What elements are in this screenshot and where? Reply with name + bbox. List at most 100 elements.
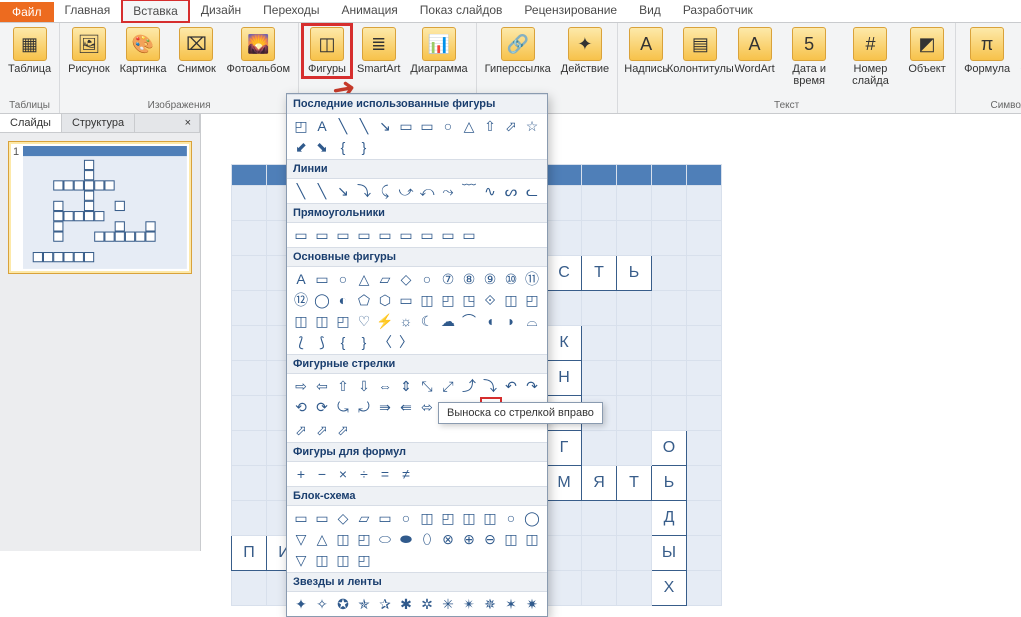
shape-item[interactable]: ⇔ <box>375 376 395 396</box>
shape-item[interactable]: ⑫ <box>291 290 311 310</box>
shape-item[interactable]: ▭ <box>312 508 332 528</box>
crossword-cell[interactable]: О <box>652 431 687 466</box>
shape-item[interactable]: ⟆ <box>312 332 332 352</box>
shape-item[interactable]: 〉 <box>396 332 416 352</box>
crossword-cell[interactable]: Д <box>652 501 687 536</box>
shape-item[interactable]: ▱ <box>375 269 395 289</box>
shape-item[interactable]: ○ <box>333 269 353 289</box>
shape-item[interactable]: ↘ <box>375 116 395 136</box>
shape-item[interactable]: ▭ <box>438 225 458 245</box>
shape-item[interactable]: } <box>354 332 374 352</box>
tab-вид[interactable]: Вид <box>628 0 672 23</box>
shape-item[interactable]: ⇕ <box>396 376 416 396</box>
shape-item[interactable]: ♡ <box>354 311 374 331</box>
shape-item[interactable]: ◫ <box>417 290 437 310</box>
shape-item[interactable]: ⬋ <box>291 137 311 157</box>
shape-item[interactable]: = <box>375 464 395 484</box>
picture-button[interactable]: 🖼Рисунок <box>64 25 114 77</box>
shape-item[interactable]: ◯ <box>312 290 332 310</box>
shape-item[interactable]: + <box>291 464 311 484</box>
shape-item[interactable]: ▭ <box>375 225 395 245</box>
shape-item[interactable]: ⬀ <box>333 420 353 440</box>
crossword-cell[interactable]: Г <box>547 431 582 466</box>
shape-item[interactable]: ⤵ <box>354 181 374 201</box>
tab-дизайн[interactable]: Дизайн <box>190 0 252 23</box>
shape-item[interactable]: ⇚ <box>396 397 416 417</box>
shape-item[interactable]: ⟳ <box>312 397 332 417</box>
tab-outline[interactable]: Структура <box>62 114 135 132</box>
shape-item[interactable]: ⬊ <box>312 137 332 157</box>
shape-item[interactable]: ╲ <box>333 116 353 136</box>
shape-item[interactable]: ✷ <box>522 594 542 614</box>
shape-item[interactable]: ↘ <box>333 181 353 201</box>
shape-item[interactable]: ◫ <box>312 311 332 331</box>
tab-рецензирование[interactable]: Рецензирование <box>513 0 628 23</box>
shape-item[interactable]: ⊕ <box>459 529 479 549</box>
equation-button[interactable]: πФормула <box>960 25 1014 77</box>
crossword-cell[interactable]: Н <box>547 361 582 396</box>
shape-item[interactable]: ◇ <box>396 269 416 289</box>
shape-item[interactable]: ⤢ <box>438 376 458 396</box>
close-icon[interactable]: × <box>177 114 200 132</box>
action-button[interactable]: ✦Действие <box>557 25 613 77</box>
shape-item[interactable]: A <box>291 269 311 289</box>
shape-item[interactable]: ▭ <box>354 225 374 245</box>
shape-item[interactable]: ⬀ <box>291 420 311 440</box>
shape-item[interactable]: ⬠ <box>354 290 374 310</box>
shape-item[interactable]: ≠ <box>396 464 416 484</box>
clipart-button[interactable]: 🎨Картинка <box>116 25 171 77</box>
shape-item[interactable]: ◫ <box>417 508 437 528</box>
shape-item[interactable]: ╲ <box>312 181 332 201</box>
shape-item[interactable]: ▭ <box>459 225 479 245</box>
shape-item[interactable]: ◫ <box>291 311 311 331</box>
shape-item[interactable]: ✴ <box>459 594 479 614</box>
symbol-button[interactable]: ΩСимвол <box>1016 25 1021 77</box>
shape-item[interactable]: ▽ <box>291 550 311 570</box>
shape-item[interactable]: ✧ <box>312 594 332 614</box>
shape-item[interactable]: ▭ <box>375 508 395 528</box>
shape-item[interactable]: ⑧ <box>459 269 479 289</box>
shape-item[interactable]: ◰ <box>438 290 458 310</box>
shape-item[interactable]: ◖ <box>480 311 500 331</box>
shape-item[interactable]: ◰ <box>354 550 374 570</box>
datetime-button[interactable]: 5Дата и время <box>781 25 838 89</box>
shape-item[interactable]: ◫ <box>333 529 353 549</box>
shape-item[interactable]: ⇧ <box>333 376 353 396</box>
tab-показ слайдов[interactable]: Показ слайдов <box>409 0 514 23</box>
tab-переходы[interactable]: Переходы <box>252 0 330 23</box>
shape-item[interactable]: △ <box>354 269 374 289</box>
shape-item[interactable]: ◫ <box>333 550 353 570</box>
shape-item[interactable]: ◫ <box>501 529 521 549</box>
shape-item[interactable]: ◯ <box>522 508 542 528</box>
shape-item[interactable]: { <box>333 137 353 157</box>
crossword-cell[interactable]: П <box>232 536 267 571</box>
chart-button[interactable]: 📊Диаграмма <box>406 25 471 77</box>
object-button[interactable]: ◩Объект <box>903 25 951 77</box>
shape-item[interactable]: ◐ <box>333 290 353 310</box>
shape-item[interactable]: ▱ <box>354 508 374 528</box>
shape-item[interactable]: ╲ <box>354 116 374 136</box>
shape-item[interactable]: ○ <box>396 508 416 528</box>
shape-item[interactable]: ◰ <box>291 116 311 136</box>
shape-item[interactable]: ▭ <box>291 508 311 528</box>
hyperlink-button[interactable]: 🔗Гиперссылка <box>481 25 555 77</box>
shape-item[interactable]: ⟲ <box>291 397 311 417</box>
shape-item[interactable]: ⇩ <box>354 376 374 396</box>
screenshot-button[interactable]: ⌧Снимок <box>172 25 220 77</box>
tab-разработчик[interactable]: Разработчик <box>672 0 764 23</box>
shape-item[interactable]: ⊗ <box>438 529 458 549</box>
shape-item[interactable]: ⇨ <box>291 376 311 396</box>
shape-item[interactable]: ◰ <box>354 529 374 549</box>
shape-item[interactable]: ◫ <box>501 290 521 310</box>
shape-item[interactable]: ⤳ <box>438 181 458 201</box>
shape-item[interactable]: ☼ <box>396 311 416 331</box>
shape-item[interactable]: A <box>312 116 332 136</box>
table-button[interactable]: ▦Таблица <box>4 25 55 77</box>
shape-item[interactable]: ◰ <box>522 290 542 310</box>
shape-item[interactable]: ✪ <box>333 594 353 614</box>
shape-item[interactable]: ○ <box>438 116 458 136</box>
smartart-button[interactable]: ≣SmartArt <box>353 25 404 77</box>
shape-item[interactable]: ⇦ <box>312 376 332 396</box>
shape-item[interactable]: ▭ <box>312 225 332 245</box>
shape-item[interactable]: ⬀ <box>501 116 521 136</box>
